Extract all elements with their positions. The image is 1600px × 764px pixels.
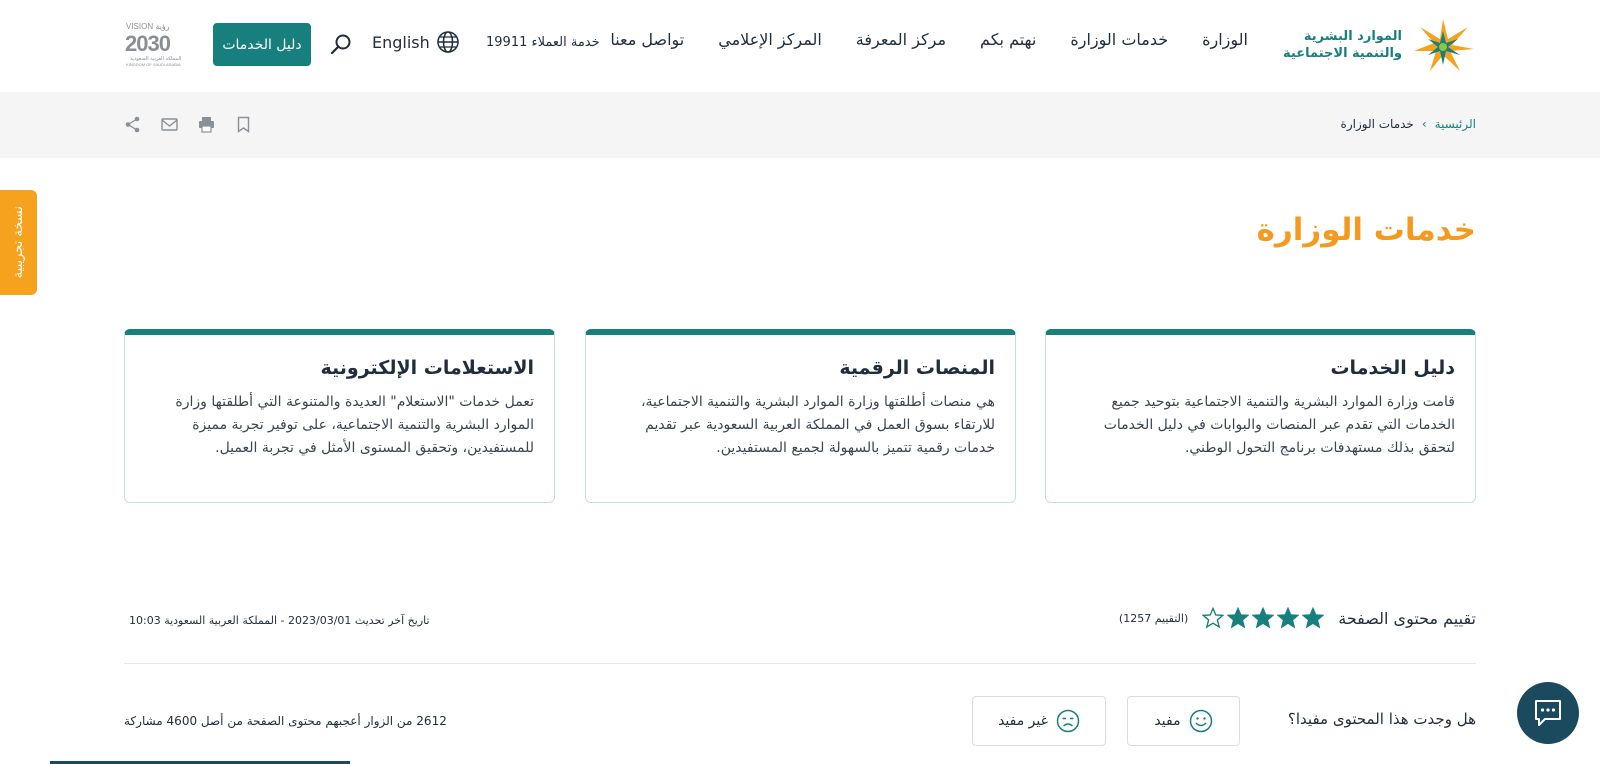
page-actions <box>124 116 252 133</box>
language-switcher[interactable]: English <box>372 30 460 54</box>
bookmark-icon[interactable] <box>235 116 252 133</box>
nav-item-contact-us[interactable]: تواصل معنا <box>610 30 684 49</box>
card-body: قامت وزارة الموارد البشرية والتنمية الاج… <box>1103 394 1455 456</box>
rating-stars <box>1202 607 1325 629</box>
page: الموارد البشرية والتنمية الاجتماعية الوز… <box>0 0 1600 764</box>
logo-text: الموارد البشرية والتنمية الاجتماعية <box>1283 28 1402 62</box>
star-filled-icon[interactable] <box>1302 607 1325 629</box>
star-empty-icon[interactable] <box>1202 607 1225 629</box>
card-title: دليل الخدمات <box>1330 357 1455 379</box>
card-services-guide[interactable]: دليل الخدمات قامت وزارة الموارد البشرية … <box>1045 329 1476 503</box>
page-rating: تقييم محتوى الصفحة (التقييم 1257) <box>1119 607 1476 629</box>
services-cards: دليل الخدمات قامت وزارة الموارد البشرية … <box>124 329 1476 503</box>
customer-service-hotline[interactable]: خدمة العملاء 19911 <box>486 35 600 50</box>
divider <box>124 663 1476 664</box>
vision-top-text: VISION رؤية <box>126 22 170 31</box>
breadcrumb-home[interactable]: الرئيسية <box>1435 117 1476 131</box>
vision-year-text: 2030 <box>125 31 171 56</box>
breadcrumb-separator: › <box>1421 117 1427 131</box>
chat-bubble-icon <box>1535 700 1561 726</box>
ministry-logo[interactable]: الموارد البشرية والتنمية الاجتماعية <box>1283 16 1476 74</box>
card-title: المنصات الرقمية <box>839 357 995 379</box>
nav-item-ministry[interactable]: الوزارة <box>1202 30 1248 49</box>
rating-label: تقييم محتوى الصفحة <box>1338 608 1476 628</box>
logo-line-2: والتنمية الاجتماعية <box>1283 46 1402 61</box>
not-useful-button[interactable]: غير مفيد <box>972 696 1106 746</box>
star-filled-icon[interactable] <box>1252 607 1275 629</box>
language-label: English <box>372 32 430 52</box>
main-nav: الوزارة خدمات الوزارة نهتم بكم مركز المع… <box>610 30 1248 49</box>
star-filled-icon[interactable] <box>1277 607 1300 629</box>
smile-icon <box>1189 709 1212 733</box>
trial-version-label: نسخة تجريبية <box>11 206 26 279</box>
share-icon[interactable] <box>124 116 141 133</box>
feedback-question: هل وجدت هذا المحتوى مفيدا؟ <box>1287 710 1476 728</box>
email-icon[interactable] <box>161 116 178 133</box>
site-header: الموارد البشرية والتنمية الاجتماعية الوز… <box>0 0 1600 92</box>
frown-icon <box>1056 709 1080 733</box>
breadcrumb: الرئيسية › خدمات الوزارة <box>1341 117 1476 131</box>
vision-caption-en: KINGDOM OF SAUDI ARABIA <box>126 62 181 67</box>
card-body: تعمل خدمات "الاستعلام" العديدة والمتنوعة… <box>175 394 534 456</box>
nav-item-ministry-services[interactable]: خدمات الوزارة <box>1070 30 1168 49</box>
useful-button[interactable]: مفيد <box>1127 696 1240 746</box>
last-updated: تاريخ آخر تحديث 2023/03/01 - المملكة الع… <box>129 614 430 627</box>
nav-item-we-care[interactable]: نهتم بكم <box>980 30 1036 49</box>
print-icon[interactable] <box>198 116 215 133</box>
page-title: خدمات الوزارة <box>1256 212 1476 248</box>
vision-2030-logo: VISION رؤية 2030 المملكة العربية السعودي… <box>125 22 181 67</box>
trial-version-tab[interactable]: نسخة تجريبية <box>0 190 37 295</box>
card-body: هي منصات أطلقتها وزارة الموارد البشرية و… <box>641 394 995 456</box>
breadcrumb-current: خدمات الوزارة <box>1340 117 1414 131</box>
star-filled-icon[interactable] <box>1227 607 1250 629</box>
useful-label: مفيد <box>1154 713 1181 729</box>
services-guide-button[interactable]: دليل الخدمات <box>213 23 311 66</box>
not-useful-label: غير مفيد <box>998 713 1048 729</box>
search-icon[interactable] <box>330 33 352 55</box>
logo-star-icon <box>1414 19 1474 71</box>
nav-item-knowledge-center[interactable]: مركز المعرفة <box>856 30 946 49</box>
nav-item-media-center[interactable]: المركز الإعلامي <box>718 30 822 49</box>
card-electronic-inquiries[interactable]: الاستعلامات الإلكترونية تعمل خدمات "الاس… <box>124 329 555 503</box>
rating-count: (التقييم 1257) <box>1118 611 1189 625</box>
logo-line-1: الموارد البشرية <box>1303 29 1402 44</box>
card-title: الاستعلامات الإلكترونية <box>320 357 535 379</box>
globe-icon <box>437 31 459 53</box>
breadcrumb-bar: الرئيسية › خدمات الوزارة <box>0 92 1600 158</box>
chat-button[interactable] <box>1517 682 1579 744</box>
card-digital-platforms[interactable]: المنصات الرقمية هي منصات أطلقتها وزارة ا… <box>585 329 1016 503</box>
visitors-stats: 2612 من الزوار أعجبهم محتوى الصفحة من أص… <box>124 714 447 728</box>
